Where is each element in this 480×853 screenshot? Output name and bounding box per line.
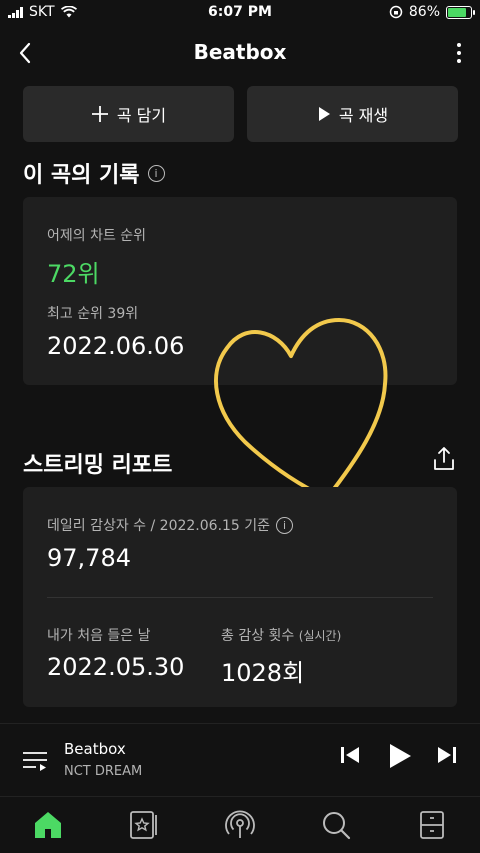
status-right: 86% (389, 4, 475, 20)
first-heard-label: 내가 처음 들은 날 (47, 628, 151, 644)
page-title: Beatbox (193, 40, 287, 64)
plus-icon (91, 106, 108, 122)
mini-player[interactable]: Beatbox NCT DREAM (0, 723, 480, 795)
search-icon[interactable] (320, 809, 352, 841)
play-song-label: 곡 재생 (338, 106, 389, 125)
next-icon[interactable] (437, 744, 457, 766)
history-section-title: 이 곡의 기록 i (23, 157, 165, 189)
history-title-text: 이 곡의 기록 (23, 163, 140, 188)
podcast-icon[interactable] (224, 809, 256, 841)
report-card: 데일리 감상자 수 / 2022.06.15 기준 i 97,784 내가 처음… (23, 487, 457, 707)
info-icon[interactable]: i (147, 164, 165, 182)
battery-percent: 86% (408, 4, 440, 20)
first-heard-value: 2022.05.30 (47, 653, 185, 681)
peak-rank-date: 2022.06.06 (47, 332, 185, 360)
play-icon (318, 107, 330, 121)
storage-icon[interactable] (416, 809, 448, 841)
total-plays-sub: (실시간) (298, 629, 342, 643)
report-title-text: 스트리밍 리포트 (23, 453, 173, 478)
header: Beatbox (0, 34, 480, 72)
more-options-icon[interactable] (454, 38, 464, 68)
info-icon[interactable]: i (276, 516, 294, 534)
daily-listeners-value: 97,784 (47, 544, 131, 572)
player-song-title: Beatbox (64, 740, 126, 758)
daily-listeners-label: 데일리 감상자 수 / 2022.06.15 기준 (47, 518, 271, 534)
play-icon[interactable] (388, 742, 412, 770)
yesterday-rank-value: 72위 (47, 260, 100, 288)
yesterday-rank-label: 어제의 차트 순위 (47, 228, 147, 244)
bottom-nav (0, 796, 480, 853)
battery-icon (446, 5, 475, 19)
report-section-title: 스트리밍 리포트 (23, 447, 172, 479)
playlist-icon[interactable] (22, 748, 48, 774)
player-artist: NCT DREAM (64, 764, 143, 779)
heart-doodle (214, 318, 388, 500)
status-bar: SKT 6:07 PM 86% (0, 0, 480, 24)
battery-fill (448, 7, 467, 17)
add-song-label: 곡 담기 (116, 106, 167, 125)
total-plays-label-row: 총 감상 횟수 (실시간) (221, 625, 341, 645)
share-icon[interactable] (432, 446, 456, 472)
total-plays-value: 1028회 (221, 659, 305, 687)
library-icon[interactable] (128, 809, 160, 841)
play-song-button[interactable]: 곡 재생 (247, 86, 458, 142)
divider (47, 597, 433, 598)
daily-listeners-row: 데일리 감상자 수 / 2022.06.15 기준 i (47, 515, 294, 535)
home-icon[interactable] (32, 809, 64, 841)
orientation-lock-icon (389, 5, 403, 19)
peak-rank-label: 최고 순위 39위 (47, 306, 139, 322)
add-song-button[interactable]: 곡 담기 (23, 86, 234, 142)
previous-icon[interactable] (340, 744, 360, 766)
total-plays-label: 총 감상 횟수 (221, 628, 295, 644)
